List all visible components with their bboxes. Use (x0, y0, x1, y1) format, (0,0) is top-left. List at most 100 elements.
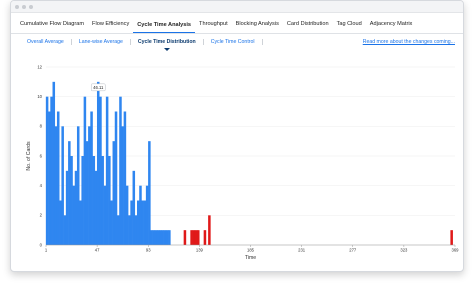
histogram-bar[interactable] (190, 230, 193, 245)
histogram-bar[interactable] (76, 126, 80, 245)
histogram-bar[interactable] (197, 230, 200, 245)
x-tick-label: 47 (95, 248, 100, 253)
histogram-bar[interactable] (90, 111, 93, 246)
chart-tooltip: 46.11 (90, 83, 106, 92)
histogram-bar[interactable] (152, 230, 156, 245)
window-titlebar (11, 1, 463, 13)
cycle-time-subtabs: Overall Average Lane-wise Average Cycle … (11, 34, 463, 51)
histogram-bar[interactable] (70, 156, 73, 245)
histogram-bar[interactable] (183, 230, 187, 245)
histogram-bar[interactable] (130, 200, 133, 246)
histogram-bar[interactable] (450, 230, 453, 245)
histogram-bar[interactable] (128, 215, 131, 245)
histogram-bar[interactable] (154, 230, 158, 245)
histogram-bar[interactable] (139, 185, 142, 245)
histogram-bar[interactable] (65, 170, 69, 245)
histogram-bar[interactable] (119, 96, 122, 245)
x-tick-label: 231 (298, 248, 306, 253)
histogram-bar[interactable] (168, 230, 171, 245)
y-tick-label: 0 (40, 242, 43, 247)
histogram-bar[interactable] (136, 200, 140, 246)
histogram-bar[interactable] (54, 126, 58, 245)
histogram-bar[interactable] (108, 156, 111, 245)
x-tick-label: 185 (247, 248, 255, 253)
tab-adjacency-matrix[interactable]: Adjacency Matrix (366, 21, 417, 33)
histogram-bar[interactable] (192, 230, 196, 245)
histogram-bar[interactable] (114, 111, 118, 246)
histogram-bar[interactable] (68, 141, 71, 245)
read-more-link[interactable]: Read more about the changes coming... (363, 39, 455, 45)
y-axis-title: No. of Cards (26, 141, 32, 171)
histogram-bar[interactable] (194, 230, 198, 245)
histogram-bar[interactable] (59, 200, 62, 246)
histogram-bars (45, 81, 453, 246)
histogram-bar[interactable] (156, 230, 160, 245)
x-tick-label: 277 (349, 248, 357, 253)
analytics-tabs: Cumulative Flow Diagram Flow Efficiency … (11, 13, 463, 34)
histogram-bar[interactable] (141, 200, 144, 246)
x-tick-label: 93 (146, 248, 151, 253)
histogram-bar[interactable] (81, 156, 84, 245)
histogram-bar[interactable] (85, 141, 89, 245)
y-tick-label: 2 (40, 213, 43, 218)
histogram-bar[interactable] (143, 200, 147, 246)
histogram-bar[interactable] (110, 200, 113, 246)
app-window: Cumulative Flow Diagram Flow Efficiency … (10, 0, 464, 272)
histogram-bar[interactable] (208, 215, 211, 245)
y-axis-ticks: 0 2 4 6 8 10 12 (37, 64, 42, 247)
histogram-bar[interactable] (165, 230, 169, 245)
tab-blocking-analysis[interactable]: Blocking Analysis (232, 21, 283, 33)
window-maximize-dot[interactable] (29, 4, 33, 9)
tab-tag-cloud[interactable]: Tag Cloud (333, 21, 366, 33)
tab-flow-efficiency[interactable]: Flow Efficiency (88, 21, 133, 33)
histogram-bar[interactable] (103, 185, 107, 245)
histogram-bar[interactable] (150, 230, 153, 245)
subtab-cycle-time-distribution[interactable]: Cycle Time Distribution (131, 39, 204, 51)
histogram-bar[interactable] (112, 141, 116, 245)
tab-card-distribution[interactable]: Card Distribution (283, 21, 333, 33)
histogram-bar[interactable] (125, 185, 129, 245)
subtab-lane-wise-average[interactable]: Lane-wise Average (72, 39, 131, 45)
histogram-bar[interactable] (56, 111, 60, 246)
histogram-bar[interactable] (72, 185, 76, 245)
x-tick-label: 369 (452, 248, 460, 253)
tab-throughput[interactable]: Throughput (195, 21, 232, 33)
histogram-bar[interactable] (123, 111, 127, 246)
histogram-bar[interactable] (134, 215, 138, 245)
histogram-bar[interactable] (148, 141, 151, 245)
window-minimize-dot[interactable] (22, 4, 26, 9)
histogram-bar[interactable] (145, 185, 149, 245)
histogram-bar[interactable] (121, 126, 124, 245)
histogram-bar[interactable] (163, 230, 167, 245)
histogram-bar[interactable] (161, 230, 164, 245)
histogram-bar[interactable] (48, 111, 51, 246)
x-axis-ticks: 1 47 93 139 185 231 277 323 369 (45, 245, 459, 253)
subtab-cycle-time-control[interactable]: Cycle Time Control (204, 39, 263, 45)
window-close-dot[interactable] (15, 4, 19, 9)
histogram-bar[interactable] (50, 96, 53, 245)
histogram-bar[interactable] (52, 81, 56, 245)
histogram-bar[interactable] (74, 170, 78, 245)
histogram-bar[interactable] (96, 81, 100, 245)
x-tick-label: 1 (45, 248, 48, 253)
histogram-bar[interactable] (45, 96, 49, 245)
histogram-bar[interactable] (203, 230, 207, 245)
histogram-bar[interactable] (159, 230, 162, 245)
histogram-bar[interactable] (83, 96, 87, 245)
histogram-bar[interactable] (92, 156, 96, 245)
histogram-bar[interactable] (105, 96, 109, 245)
y-tick-label: 12 (37, 64, 42, 69)
histogram-bar[interactable] (99, 96, 102, 245)
histogram-bar[interactable] (94, 170, 98, 245)
histogram-bar[interactable] (61, 126, 64, 245)
histogram-bar[interactable] (63, 215, 67, 245)
histogram-bar[interactable] (116, 215, 120, 245)
tab-cycle-time-analysis[interactable]: Cycle Time Analysis (133, 22, 196, 33)
subtab-overall-average[interactable]: Overall Average (20, 39, 72, 45)
y-tick-label: 8 (40, 124, 43, 129)
histogram-bar[interactable] (132, 170, 136, 245)
histogram-bar[interactable] (79, 200, 82, 246)
histogram-bar[interactable] (88, 126, 91, 245)
tab-cumulative-flow-diagram[interactable]: Cumulative Flow Diagram (16, 21, 88, 33)
histogram-bar[interactable] (101, 156, 104, 245)
